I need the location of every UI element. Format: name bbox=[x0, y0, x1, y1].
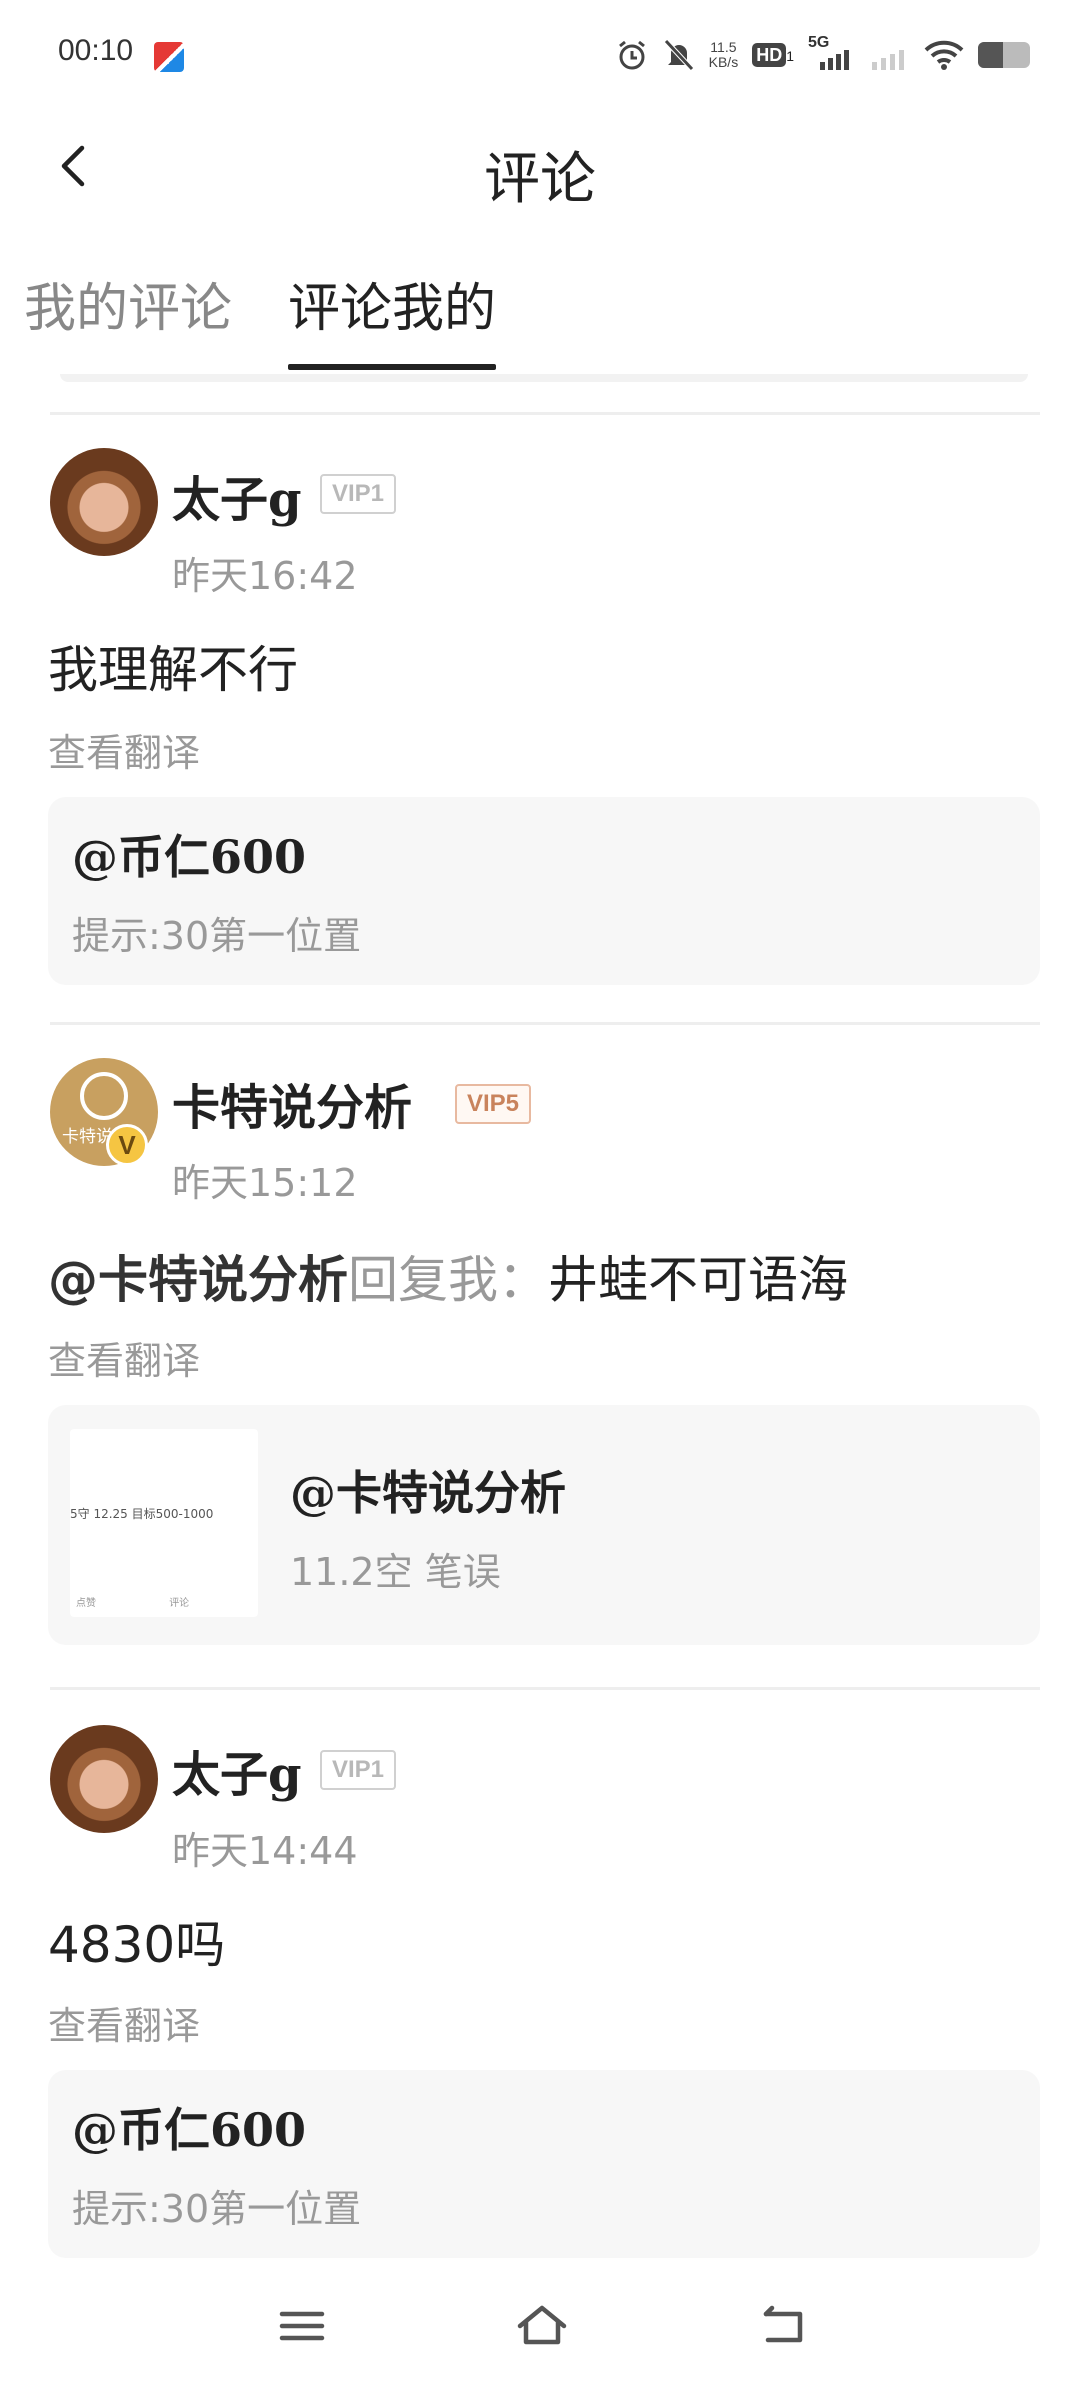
battery-fill bbox=[978, 42, 1003, 68]
hd-indicator: HD 1 bbox=[752, 42, 794, 67]
vip-badge: VIP5 bbox=[455, 1084, 532, 1124]
username[interactable]: 太子g bbox=[172, 460, 302, 530]
comment-text: @卡特说分析回复我：井蛙不可语海 bbox=[48, 1240, 848, 1312]
quoted-comment-card[interactable]: @币仁600 提示:30第一位置 bbox=[48, 2070, 1040, 2258]
status-time: 00:10 bbox=[58, 34, 134, 67]
status-bar: 00:10 11.5 KB/s HD 1 5G bbox=[0, 0, 1080, 110]
translate-link[interactable]: 查看翻译 bbox=[48, 1995, 200, 2050]
thumbnail-like: 点赞 bbox=[76, 1598, 96, 1609]
signal-5g-icon: 5G bbox=[808, 34, 856, 72]
username[interactable]: 卡特说分析 bbox=[172, 1068, 412, 1138]
quote-author: @币仁600 bbox=[72, 830, 307, 884]
avatar[interactable] bbox=[50, 1725, 158, 1833]
quote-text: 提示:30第一位置 bbox=[72, 914, 362, 958]
username[interactable]: 太子g bbox=[172, 1735, 302, 1805]
page-title: 评论 bbox=[484, 147, 596, 212]
menu-icon[interactable] bbox=[272, 2296, 332, 2356]
avatar[interactable] bbox=[50, 448, 158, 556]
comment-text: 我理解不行 bbox=[48, 641, 298, 699]
hd-badge: HD bbox=[752, 42, 787, 67]
status-icons: 11.5 KB/s HD 1 5G bbox=[615, 34, 1030, 72]
header: 评论 bbox=[0, 110, 1080, 230]
quote-text: 提示:30第一位置 bbox=[72, 2187, 362, 2231]
quote-author: @卡特说分析 bbox=[290, 1466, 566, 1520]
post-thumbnail: 5守 12.25 目标500-1000 点赞 评论 bbox=[70, 1429, 258, 1617]
quote-author: @币仁600 bbox=[72, 2103, 307, 2157]
vip-badge: VIP1 bbox=[320, 474, 397, 514]
hd-sub: 1 bbox=[786, 47, 794, 64]
brand-logo-icon bbox=[80, 1072, 128, 1120]
scroll-shadow bbox=[60, 374, 1028, 382]
tab-my-comments[interactable]: 我的评论 bbox=[24, 266, 232, 341]
reply-label: 回复我： bbox=[348, 1251, 548, 1309]
tab-indicator bbox=[288, 364, 496, 370]
comment-text: 4830吗 bbox=[48, 1916, 226, 1974]
verified-badge-icon: V bbox=[106, 1124, 148, 1166]
mute-bell-icon bbox=[663, 39, 694, 71]
net-speed: 11.5 KB/s bbox=[708, 39, 739, 70]
reply-mention[interactable]: @卡特说分析 bbox=[48, 1251, 348, 1309]
timestamp: 昨天15:12 bbox=[172, 1161, 358, 1205]
quoted-post-card[interactable]: 5守 12.25 目标500-1000 点赞 评论 @卡特说分析 11.2空 笔… bbox=[48, 1405, 1040, 1645]
timestamp: 昨天14:44 bbox=[172, 1829, 358, 1873]
navigation-bar bbox=[0, 2268, 1080, 2388]
divider bbox=[50, 1687, 1040, 1690]
app-notification-icon bbox=[154, 42, 184, 72]
timestamp: 昨天16:42 bbox=[172, 554, 358, 598]
translate-link[interactable]: 查看翻译 bbox=[48, 1330, 200, 1385]
divider bbox=[50, 1022, 1040, 1025]
thumbnail-comment: 评论 bbox=[169, 1598, 190, 1609]
translate-link[interactable]: 查看翻译 bbox=[48, 722, 200, 777]
quoted-comment-card[interactable]: @币仁600 提示:30第一位置 bbox=[48, 797, 1040, 985]
return-icon[interactable] bbox=[754, 2296, 814, 2356]
alarm-icon bbox=[618, 40, 645, 70]
thumbnail-footer: 点赞 评论 bbox=[76, 1594, 189, 1609]
quote-text: 11.2空 笔误 bbox=[290, 1550, 501, 1594]
signal-weak-icon bbox=[872, 50, 904, 70]
divider bbox=[50, 412, 1040, 415]
home-icon[interactable] bbox=[512, 2296, 572, 2356]
reply-content: 井蛙不可语海 bbox=[548, 1251, 848, 1309]
thumbnail-text: 5守 12.25 目标500-1000 bbox=[70, 1507, 214, 1521]
wifi-icon bbox=[924, 40, 964, 70]
battery-icon bbox=[978, 42, 1030, 68]
tab-comments-on-me[interactable]: 评论我的 bbox=[288, 266, 496, 341]
vip-badge: VIP1 bbox=[320, 1750, 397, 1790]
tab-bar: 我的评论 评论我的 bbox=[0, 254, 1080, 374]
